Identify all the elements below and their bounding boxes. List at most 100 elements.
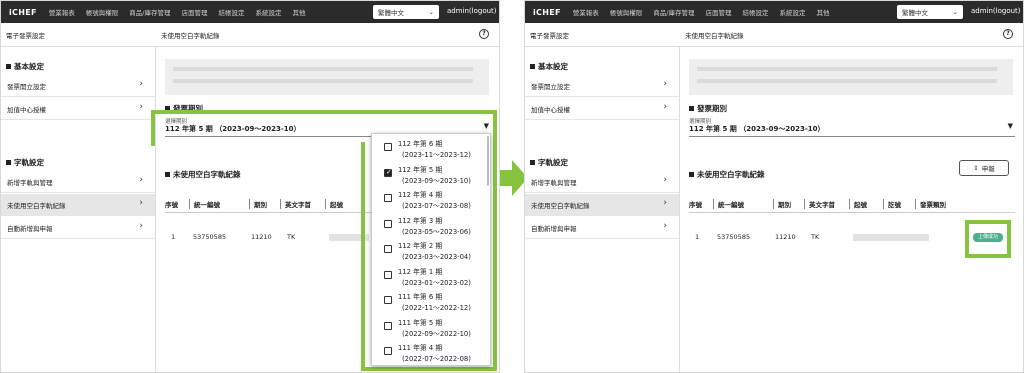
admin-logout-link[interactable]: admin(logout) [447,7,497,15]
checkbox-icon[interactable] [384,321,392,330]
period-option-range: (2023-01～2023-02) [402,278,471,287]
period-option-title: 112 年第 3 期 [398,216,443,225]
sidebar-item-unused-records[interactable]: 未使用空白字軌紀錄 › [1,194,155,216]
sub-header: 電子發票設定 未使用空白字軌紀錄 ? [525,23,1023,47]
nav-item[interactable]: 結帳設定 [742,7,768,17]
checkbox-icon[interactable] [384,347,392,355]
info-placeholder [689,59,1013,95]
nav-item[interactable]: 店面管理 [181,7,207,17]
nav-item[interactable]: 其他 [816,7,829,17]
nav-item[interactable]: 系統設定 [255,7,281,17]
sidebar: 基本設定 發票開立設定 › 加值中心授權 › 字軌設定 新增字軌與管理 › 未使用空白… [1,47,156,372]
checkbox-icon[interactable] [384,219,392,228]
chevron-right-icon: › [139,221,143,231]
sidebar-item-invoice-settings[interactable]: 發票開立設定 › [525,75,679,97]
period-option[interactable]: 112 年第 5 期 (2023-09～2023-10) [384,164,484,188]
chevron-right-icon: › [139,175,143,185]
chevron-right-icon: › [663,221,667,231]
col-header: 期別 [773,199,791,209]
chevron-right-icon: › [139,102,143,112]
col-header: 序號 [689,201,702,209]
period-option[interactable]: 112 年第 2 期 (2023-03～2023-04) [384,240,484,264]
sidebar: 基本設定 發票開立設定 › 加值中心授權 › 字軌設定 新增字軌與管理 › 未使用空白… [525,47,680,372]
chevron-right-icon: › [139,79,143,89]
nav-item[interactable]: 商品/庫存管理 [653,7,694,17]
brand-logo[interactable]: iCHEF [533,8,561,17]
period-option[interactable]: 111 年第 4 期 (2022-07～2022-08) [384,342,484,365]
nav-item[interactable]: 帳號與權限 [610,7,643,17]
col-header: 起號 [849,199,867,209]
period-option-range: (2022-07～2022-08) [402,355,471,363]
chevron-right-icon: › [663,175,667,185]
cell-prefix: TK [287,233,296,241]
placeholder-line [697,79,997,83]
period-option-range: (2023-07～2023-08) [402,202,471,210]
sidebar-item-add-track[interactable]: 新增字軌與管理 › [525,171,679,193]
settings-title: 電子發票設定 [530,31,569,40]
period-option[interactable]: 111 年第 6 期 (2022-11～2022-12) [384,291,484,315]
period-option[interactable]: 112 年第 4 期 (2023-07～2023-08) [384,189,484,213]
nav-item[interactable]: 營業報表 [49,7,75,17]
period-option-title: 111 年第 5 期 [398,318,443,327]
checkbox-icon[interactable] [384,296,392,304]
period-select[interactable]: 選擇期別 112 年第 5 期 （2023-09～2023-10） ▼ [689,115,1015,137]
period-option[interactable]: 112 年第 3 期 (2023-05～2023-06) [384,215,484,239]
col-header: 英文字首 [804,199,835,209]
period-option-range: (2023-09～2023-10) [402,176,471,185]
period-dropdown[interactable]: 112 年第 6 期 (2023-11～2023-12) 112 年第 5 期 (20… [371,133,491,366]
nav-item[interactable]: 帳號與權限 [86,7,119,17]
sidebar-item-auto-add[interactable]: 自動新增與申報 › [1,217,155,239]
dropdown-scrollbar[interactable] [487,136,489,186]
help-circle-icon[interactable]: ? [479,29,489,39]
sidebar-item-invoice-settings[interactable]: 發票開立設定 › [1,75,155,97]
period-option-range: (2023-05～2023-06) [402,227,471,236]
period-option-title: 112 年第 5 期 [398,165,443,174]
language-select[interactable]: 繁體中文 ⌄ [897,5,963,19]
period-option[interactable]: 111 年第 5 期 (2022-09～2022-10) [384,317,484,341]
nav-item[interactable]: 系統設定 [779,7,805,17]
period-option-range: (2022-11～2022-12) [402,304,471,312]
cell-tax-id: 53750585 [193,233,227,241]
help-circle-icon[interactable]: ? [1003,29,1013,39]
sidebar-item-unused-records[interactable]: 未使用空白字軌紀錄 › [525,194,679,216]
sidebar-item-auto-add[interactable]: 自動新增與申報 › [525,217,679,239]
sidebar-item-vas-auth[interactable]: 加值中心授權 › [525,98,679,120]
checkbox-icon[interactable] [384,245,392,253]
table-header: 序號 統一編號 期別 英文字首 起號 訖號 發票類別 [689,193,1015,213]
brand-logo[interactable]: iCHEF [9,8,37,17]
col-header: 訖號 [883,199,901,209]
language-value: 繁體中文 [378,9,404,17]
checkbox-icon[interactable] [384,270,392,279]
col-header: 期別 [249,199,267,209]
nav-item[interactable]: 營業報表 [573,7,599,17]
cell-tax-id: 53750585 [717,233,751,241]
nav-item[interactable]: 結帳設定 [218,7,244,17]
sidebar-section-basic: 基本設定 [6,61,44,72]
chevron-right-icon: › [663,198,667,208]
unused-section-title: 未使用空白字軌紀錄 [165,169,241,180]
sidebar-section-track: 字軌設定 [530,157,568,168]
unused-section-title: 未使用空白字軌紀錄 [689,169,765,180]
cell-index: 1 [695,233,700,241]
period-option-title: 112 年第 1 期 [398,267,443,276]
language-value: 繁體中文 [902,9,928,17]
cell-period: 11210 [251,233,272,241]
checkbox-icon[interactable] [384,194,392,202]
nav-item[interactable]: 商品/庫存管理 [129,7,170,17]
period-option[interactable]: 112 年第 1 期 (2023-01～2023-02) [384,266,484,290]
period-option-title: 112 年第 2 期 [398,242,443,250]
sidebar-item-vas-auth[interactable]: 加值中心授權 › [1,98,155,120]
period-option[interactable]: 112 年第 6 期 (2023-11～2023-12) [384,138,484,162]
chevron-right-icon: › [663,79,667,89]
nav-item[interactable]: 其他 [292,7,305,17]
language-select[interactable]: 繁體中文 ⌄ [373,5,439,19]
nav-item[interactable]: 店面管理 [705,7,731,17]
checkbox-icon[interactable] [384,143,392,151]
report-button[interactable]: ⇪ 申報 [959,160,1009,176]
col-header: 英文字首 [280,199,311,209]
checkbox-icon[interactable] [384,168,392,177]
admin-logout-link[interactable]: admin(logout) [971,7,1021,15]
placeholder-line [173,79,473,83]
page-title: 未使用空白字軌紀錄 [685,31,744,40]
sidebar-item-add-track[interactable]: 新增字軌與管理 › [1,171,155,193]
